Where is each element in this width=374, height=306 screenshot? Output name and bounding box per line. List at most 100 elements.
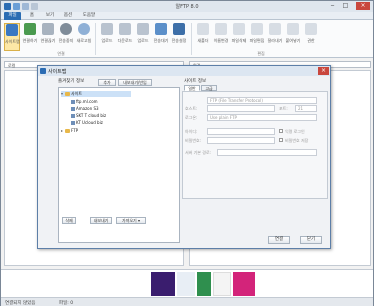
site-icon	[71, 121, 75, 125]
port-label: 포트:	[279, 106, 288, 111]
default-path-field[interactable]	[217, 149, 317, 156]
permission-icon	[305, 23, 317, 35]
queue-button[interactable]: 전송대기	[153, 23, 169, 51]
ad-image[interactable]	[213, 272, 231, 296]
refresh-button[interactable]: 새로고침	[76, 23, 92, 51]
tree-site[interactable]: ftp.ml.com	[71, 99, 98, 104]
tree-folder-ftp[interactable]: ▸ FTP	[61, 128, 78, 133]
connect-dialog-button[interactable]: 연결	[268, 236, 290, 244]
folder-icon	[65, 92, 70, 96]
ribbon-toolbar: 사이트맵 연결하기 연결끊기 전송중지 새로고침 업로드 다운로드 업로드 전송…	[1, 20, 373, 58]
protocol-select[interactable]: FTP (File Transfer Protocol)	[207, 97, 317, 104]
tab-home[interactable]: 홈	[25, 12, 39, 20]
add-site-button[interactable]: 추가	[98, 79, 116, 86]
download-icon	[119, 23, 131, 35]
disconnect-icon	[42, 23, 54, 35]
edit-button[interactable]: 파일편집	[249, 23, 265, 51]
folder-icon	[65, 129, 70, 133]
ad-image[interactable]	[233, 272, 255, 296]
new-folder-button[interactable]: 새폴더	[195, 23, 211, 51]
ad-banner	[1, 269, 373, 297]
site-icon	[71, 100, 75, 104]
user-label: 아이디:	[185, 129, 198, 134]
tab-file[interactable]: 파일	[4, 12, 21, 20]
connect-button[interactable]: 연결하기	[22, 23, 38, 51]
transfer-settings-button[interactable]: 전송설정	[171, 23, 187, 51]
delete-icon	[233, 23, 245, 35]
delete-site-button[interactable]: 삭제	[62, 217, 76, 224]
ribbon-group-connect: 연결	[57, 51, 65, 56]
paste-icon	[287, 23, 299, 35]
tab-options[interactable]: 옵션	[61, 12, 75, 20]
status-bar: 연결되지 않았음 파일: 0	[1, 297, 373, 306]
ribbon-separator	[95, 23, 96, 55]
maximize-button[interactable]: □	[340, 2, 351, 10]
delete-button[interactable]: 파일삭제	[231, 23, 247, 51]
ribbon-group-edit: 편집	[257, 51, 265, 56]
favorites-group-label: 즐겨찾기 정보	[58, 79, 85, 84]
title-bar: 알FTP 8.0 ‒ □ ×	[1, 1, 373, 12]
dialog-title: 사이트맵	[48, 69, 67, 75]
ad-image[interactable]	[177, 272, 195, 296]
tree-site[interactable]: KT Ucloud biz	[71, 120, 103, 125]
import-export-button[interactable]: 내보내기/반입	[118, 79, 152, 86]
tab-view[interactable]: 보기	[43, 12, 57, 20]
sitemap-dialog: 사이트맵 × 즐겨찾기 정보 추가 내보내기/반입 ▾ 사이트 ftp.ml.co…	[37, 65, 331, 249]
save-password-label: 비밀번호 저장	[285, 138, 309, 143]
site-icon	[71, 114, 75, 118]
login-type-label: 로그온:	[185, 115, 198, 120]
host-field[interactable]	[207, 105, 275, 112]
window-title: 알FTP 8.0	[175, 4, 199, 10]
user-field[interactable]	[207, 128, 275, 135]
rename-icon	[215, 23, 227, 35]
close-dialog-button[interactable]: 닫기	[300, 236, 322, 244]
connect-icon	[24, 23, 36, 35]
tree-site[interactable]: SKT T cloud biz	[71, 113, 106, 118]
app-window: 알FTP 8.0 ‒ □ × 파일 홈 보기 옵션 도움말 사이트맵 연결하기 …	[0, 0, 374, 306]
disconnect-button[interactable]: 연결끊기	[40, 23, 56, 51]
new-folder-icon	[197, 23, 209, 35]
anonymous-checkbox[interactable]	[279, 129, 283, 133]
ribbon-separator	[191, 23, 192, 55]
cut-icon	[269, 23, 281, 35]
import-dropdown-button[interactable]: 가져오기 ▾	[116, 217, 146, 224]
edit-icon	[251, 23, 263, 35]
ad-image[interactable]	[197, 272, 211, 296]
transfer-settings-icon	[173, 23, 185, 35]
host-label: 호스트:	[185, 106, 198, 111]
status-connection: 연결되지 않았음	[5, 301, 36, 306]
tree-site[interactable]: Amazon S3	[71, 106, 99, 111]
sitemap-button[interactable]: 사이트맵	[4, 23, 20, 51]
upload-alt-button[interactable]: 업로드	[135, 23, 151, 51]
tab-help[interactable]: 도움말	[79, 12, 99, 20]
stop-icon	[60, 23, 72, 35]
permission-button[interactable]: 권한	[303, 23, 319, 51]
sitemap-icon	[40, 68, 46, 74]
minimize-button[interactable]: ‒	[327, 2, 338, 10]
refresh-icon	[78, 23, 90, 35]
download-button[interactable]: 다운로드	[117, 23, 133, 51]
port-field[interactable]: 21	[295, 105, 317, 112]
window-close-button[interactable]: ×	[356, 2, 370, 10]
ad-image[interactable]	[151, 272, 175, 296]
tree-folder-sites[interactable]: ▾ 사이트	[61, 91, 131, 97]
site-properties-panel: FTP (File Transfer Protocol) 호스트: 포트: 21…	[182, 91, 328, 199]
dialog-title-bar: 사이트맵 ×	[38, 66, 330, 76]
export-button[interactable]: 내보내기	[90, 217, 112, 224]
upload-button[interactable]: 업로드	[99, 23, 115, 51]
upload-icon	[101, 23, 113, 35]
cut-button[interactable]: 잘라내기	[267, 23, 283, 51]
ribbon-tabs: 파일 홈 보기 옵션 도움말	[1, 12, 373, 20]
rename-button[interactable]: 이름변경	[213, 23, 229, 51]
dialog-close-button[interactable]: ×	[318, 67, 329, 75]
anonymous-label: 익명 로그인	[285, 129, 305, 134]
upload-alt-icon	[137, 23, 149, 35]
stop-transfer-button[interactable]: 전송중지	[58, 23, 74, 51]
paste-button[interactable]: 붙여넣기	[285, 23, 301, 51]
site-info-group-label: 사이트 정보	[184, 79, 207, 84]
login-type-select[interactable]: Use plain FTP	[207, 114, 317, 121]
password-field[interactable]	[207, 137, 275, 144]
save-password-checkbox[interactable]	[279, 138, 283, 142]
default-path-label: 서버 기본 경로:	[185, 150, 211, 155]
sitemap-icon	[6, 24, 18, 36]
